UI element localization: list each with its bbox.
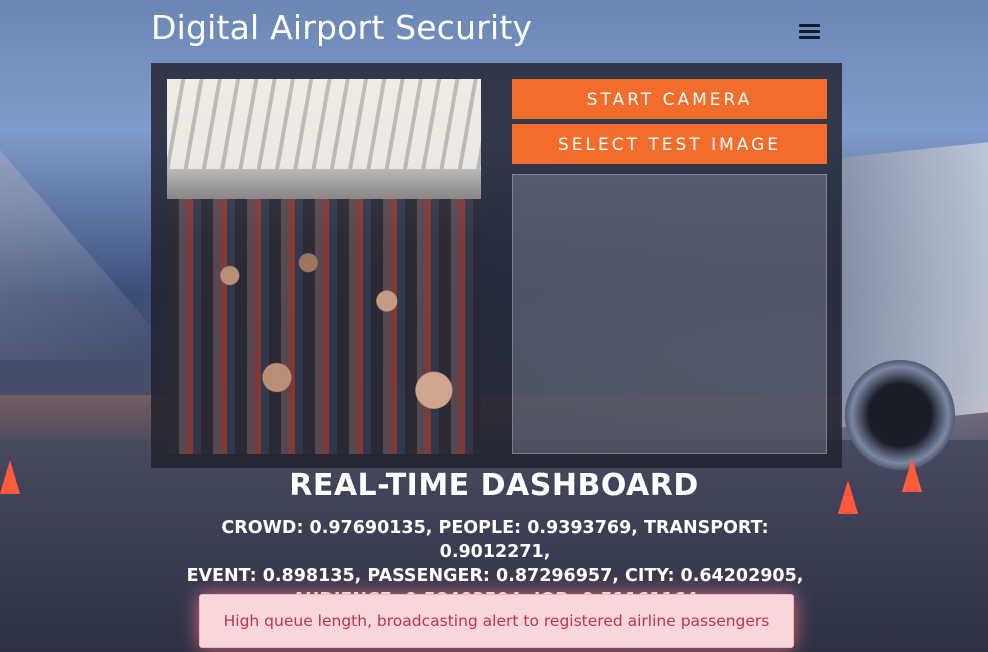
start-camera-button[interactable]: START CAMERA [512, 79, 827, 119]
background-engine [845, 360, 955, 470]
select-test-image-button[interactable]: SELECT TEST IMAGE [512, 124, 827, 164]
scores-line: EVENT: 0.898135, PASSENGER: 0.87296957, … [186, 566, 804, 586]
image-preview-area [512, 174, 827, 454]
dashboard-title: REAL-TIME DASHBOARD [289, 468, 699, 503]
crowd-camera-image [167, 79, 481, 454]
page-title: Digital Airport Security [151, 8, 533, 47]
queue-alert: High queue length, broadcasting alert to… [199, 594, 794, 648]
scores-line: CROWD: 0.97690135, PEOPLE: 0.9393769, TR… [221, 518, 769, 562]
hamburger-menu-icon[interactable] [796, 20, 824, 42]
